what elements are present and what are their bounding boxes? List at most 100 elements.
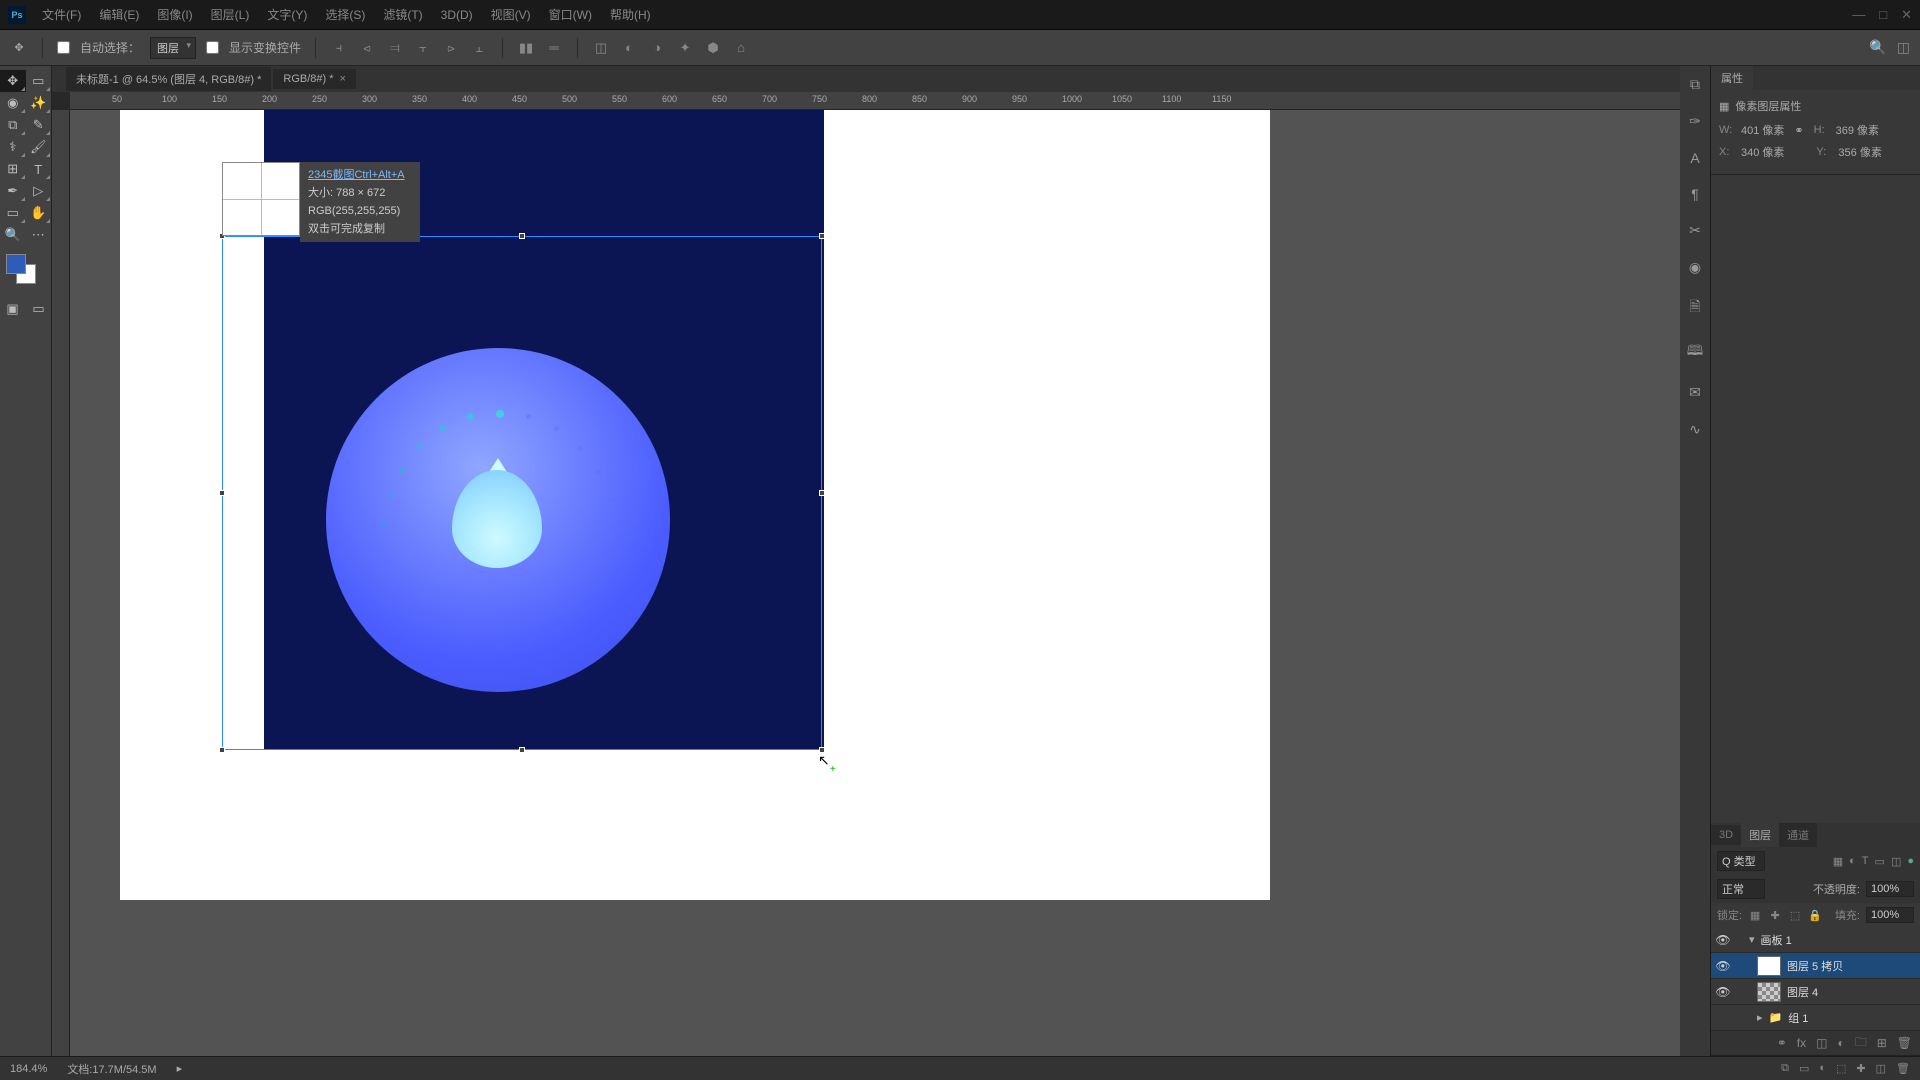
status-icon-2[interactable]: ▭	[1799, 1062, 1809, 1075]
minimize-icon[interactable]: —	[1852, 7, 1865, 23]
history-icon[interactable]: ⧉	[1690, 76, 1700, 93]
note-icon[interactable]: 🗎	[1689, 296, 1700, 320]
search-icon[interactable]: 🔍	[1869, 39, 1886, 56]
fill-field[interactable]: 100%	[1866, 907, 1914, 923]
handle-bot-mid[interactable]	[519, 747, 525, 753]
foreground-swatch[interactable]	[6, 254, 26, 274]
filter-smart-icon[interactable]: ◫	[1891, 855, 1901, 868]
blend-mode[interactable]: 正常	[1717, 879, 1765, 899]
close-tab-icon[interactable]: ×	[340, 73, 346, 85]
tab-layers[interactable]: 图层	[1741, 823, 1779, 847]
link-layers-icon[interactable]: ⚭	[1777, 1036, 1787, 1050]
align-left-icon[interactable]: ⫞	[330, 39, 348, 57]
eyedropper-tool[interactable]: ✎	[26, 114, 52, 136]
layer-artboard[interactable]: 👁 ▾ 画板 1	[1711, 927, 1920, 953]
align-top-icon[interactable]: ⫟	[414, 39, 432, 57]
info-icon[interactable]: 🕮	[1687, 340, 1704, 364]
show-transform-checkbox[interactable]	[206, 41, 219, 54]
menu-edit[interactable]: 编辑(E)	[91, 2, 147, 27]
filter-image-icon[interactable]: ▦	[1833, 855, 1843, 868]
stamp-tool[interactable]: ⊞	[0, 158, 26, 180]
actions-icon[interactable]: ◉	[1689, 259, 1701, 276]
screenmode-tool[interactable]: ▭	[26, 298, 52, 320]
transform-selection[interactable]	[222, 236, 822, 750]
path-tool[interactable]: ▷	[26, 180, 52, 202]
link-icon[interactable]: ⚭	[1794, 124, 1803, 137]
workspace-icon[interactable]: ◫	[1897, 39, 1910, 56]
nav-icon[interactable]: ✉	[1689, 384, 1701, 401]
align-bottom-icon[interactable]: ⫠	[470, 39, 488, 57]
zoom-level[interactable]: 184.4%	[10, 1063, 47, 1075]
doc-info[interactable]: 文档:17.7M/54.5M	[67, 1061, 156, 1077]
magic-wand-tool[interactable]: ✨	[26, 92, 52, 114]
align-center-h-icon[interactable]: ⪦	[358, 39, 376, 57]
menu-window[interactable]: 窗口(W)	[541, 2, 600, 27]
layer-4[interactable]: 👁 图层 4	[1711, 979, 1920, 1005]
align-right-icon[interactable]: ⫤	[386, 39, 404, 57]
brush-tool[interactable]: 🖌	[26, 136, 52, 158]
mask-icon[interactable]: ◫	[1816, 1036, 1827, 1050]
3d-icon-1[interactable]: ◐	[620, 39, 638, 57]
brushes-icon[interactable]: ✑	[1689, 113, 1701, 130]
group-icon[interactable]: 🗀	[1855, 1033, 1867, 1054]
auto-select-checkbox[interactable]	[57, 41, 70, 54]
filter-text-icon[interactable]: T	[1862, 855, 1869, 868]
visibility-icon[interactable]: 👁	[1715, 959, 1731, 973]
document-tab-2[interactable]: RGB/8#) *×	[273, 69, 356, 89]
canvas[interactable]: 2345截图Ctrl+Alt+A 大小: 788 × 672 RGB(255,2…	[52, 110, 1680, 1056]
move-tool[interactable]: ✥	[0, 70, 26, 92]
filter-adjust-icon[interactable]: ◐	[1849, 855, 1856, 868]
3d-icon-4[interactable]: ⬢	[704, 39, 722, 57]
ruler-horizontal[interactable]: 0501001502002503003504004505005506006507…	[70, 92, 1680, 110]
handle-mid-left[interactable]	[219, 490, 225, 496]
menu-3d[interactable]: 3D(D)	[433, 4, 481, 26]
3d-mode-icon[interactable]: ◫	[592, 39, 610, 57]
status-icon-7[interactable]: 🗑	[1896, 1062, 1910, 1075]
adjust-icon[interactable]: ◐	[1837, 1036, 1844, 1050]
document-tab-1[interactable]: 未标题-1 @ 64.5% (图层 4, RGB/8#) *	[66, 67, 271, 91]
menu-file[interactable]: 文件(F)	[34, 2, 89, 27]
ruler-vertical[interactable]	[52, 110, 70, 1056]
layer-copy[interactable]: 👁 图层 5 拷贝	[1711, 953, 1920, 979]
paragraph-icon[interactable]: ¶	[1691, 186, 1699, 202]
text-tool[interactable]: T	[26, 158, 52, 180]
status-icon-6[interactable]: ◫	[1876, 1062, 1886, 1075]
close-icon[interactable]: ✕	[1901, 7, 1912, 23]
menu-text[interactable]: 文字(Y)	[259, 2, 315, 27]
status-icon-4[interactable]: ⬚	[1836, 1062, 1846, 1075]
menu-filter[interactable]: 滤镜(T)	[375, 2, 430, 27]
3d-icon-2[interactable]: ◑	[648, 39, 666, 57]
hand-tool[interactable]: ✋	[26, 202, 52, 224]
distribute-v-icon[interactable]: ═	[545, 39, 563, 57]
filter-toggle-icon[interactable]: ●	[1907, 855, 1914, 868]
pen-tool[interactable]: ✒	[0, 180, 26, 202]
align-center-v-icon[interactable]: ⪧	[442, 39, 460, 57]
healing-tool[interactable]: ⚕	[0, 136, 26, 158]
new-layer-icon[interactable]: ⊞	[1877, 1036, 1887, 1050]
crop-tool[interactable]: ⧉	[0, 114, 26, 136]
more-tools[interactable]: ⋯	[26, 224, 52, 246]
lock-pixels-icon[interactable]: ▦	[1748, 908, 1762, 922]
quickmask-tool[interactable]: ▣	[0, 298, 26, 320]
status-icon-3[interactable]: ◐	[1819, 1062, 1826, 1075]
handle-top-mid[interactable]	[519, 233, 525, 239]
layer-kind-filter[interactable]: Q 类型	[1717, 851, 1765, 871]
3d-icon-5[interactable]: ⌂	[732, 39, 750, 57]
handle-top-right[interactable]	[819, 233, 825, 239]
status-caret-icon[interactable]: ▸	[177, 1062, 183, 1075]
menu-layer[interactable]: 图层(L)	[203, 2, 258, 27]
timeline-icon[interactable]: ⧉	[1781, 1062, 1789, 1075]
status-icon-5[interactable]: ✚	[1856, 1062, 1865, 1075]
tab-channels[interactable]: 通道	[1779, 823, 1817, 847]
trash-icon[interactable]: 🗑	[1897, 1036, 1912, 1050]
maximize-icon[interactable]: □	[1879, 7, 1887, 23]
layer-group1[interactable]: ▸ 📁 组 1	[1711, 1005, 1920, 1031]
tab-properties[interactable]: 属性	[1711, 66, 1753, 90]
lock-artboard-icon[interactable]: ⬚	[1788, 908, 1802, 922]
color-swatches[interactable]	[6, 254, 45, 290]
opacity-field[interactable]: 100%	[1866, 881, 1914, 897]
extras-icon[interactable]: ∿	[1689, 421, 1701, 438]
handle-mid-right[interactable]	[819, 490, 825, 496]
handle-bot-left[interactable]	[219, 747, 225, 753]
lasso-tool[interactable]: ◉	[0, 92, 26, 114]
